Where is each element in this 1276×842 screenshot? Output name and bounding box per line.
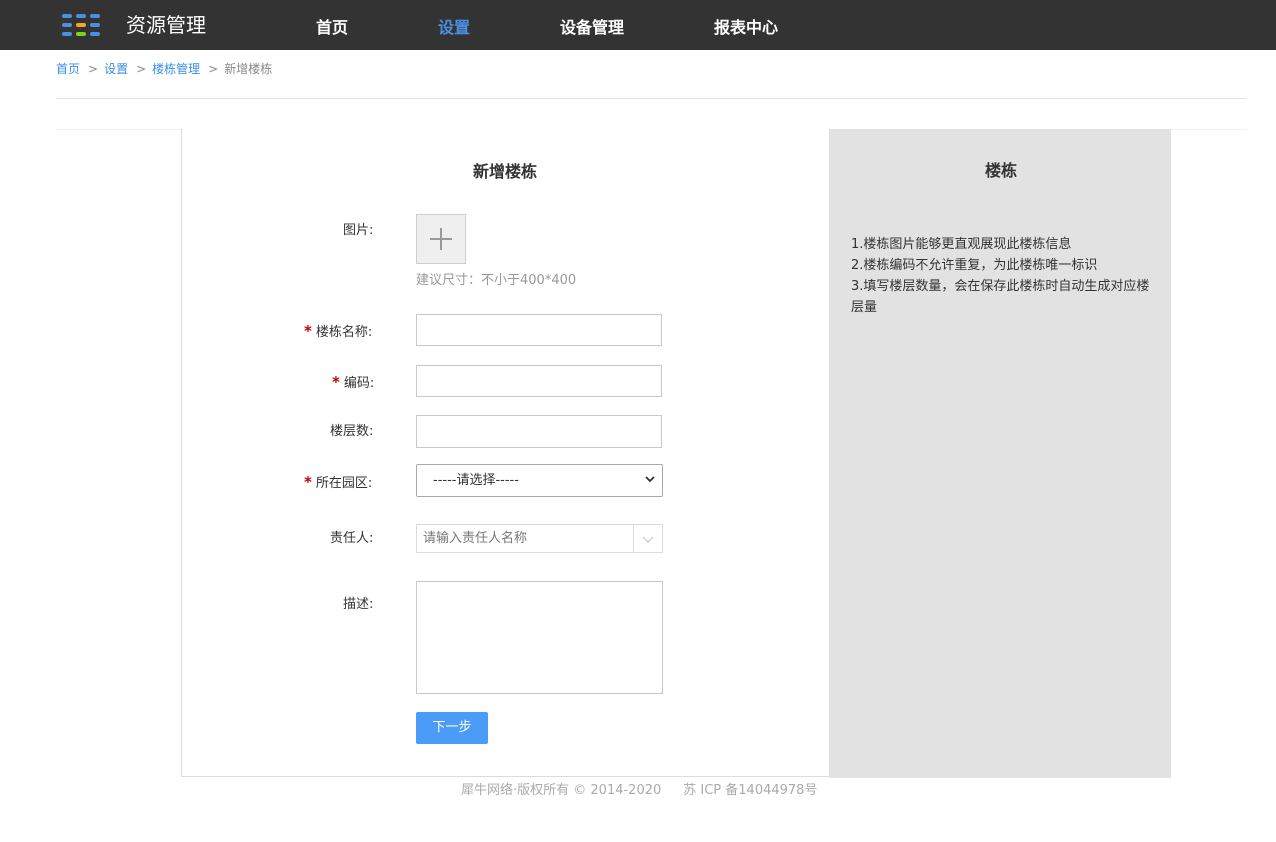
breadcrumb-separator: > — [88, 62, 99, 76]
app-title: 资源管理 — [126, 13, 206, 37]
floors-input[interactable] — [416, 415, 662, 448]
help-notes: 1.楼栋图片能够更直观展现此楼栋信息 2.楼栋编码不允许重复，为此楼栋唯一标识 … — [851, 234, 1151, 318]
park-select[interactable]: -----请选择----- — [416, 464, 663, 497]
floors-label: 楼层数: — [330, 424, 374, 439]
code-label-text: 编码: — [343, 376, 375, 391]
help-panel — [830, 129, 1171, 778]
park-label: * 所在园区: — [304, 473, 372, 493]
code-input[interactable] — [416, 365, 662, 397]
footer: 犀牛网络·版权所有 © 2014-2020 苏 ICP 备14044978号 — [461, 782, 817, 800]
code-label: * 编码: — [332, 373, 374, 393]
next-step-button[interactable]: 下一步 — [416, 712, 488, 744]
breadcrumb-separator: > — [136, 62, 147, 76]
chevron-down-icon — [645, 476, 655, 483]
required-mark: * — [304, 473, 312, 491]
building-name-label: * 楼栋名称: — [304, 322, 372, 342]
building-name-input[interactable] — [416, 314, 662, 346]
apps-grid-icon[interactable] — [62, 14, 102, 36]
breadcrumb-separator: > — [208, 62, 219, 76]
required-mark: * — [332, 373, 340, 391]
help-title: 楼栋 — [985, 161, 1018, 180]
breadcrumb-home[interactable]: 首页 — [56, 62, 80, 76]
breadcrumb-building-management[interactable]: 楼栋管理 — [152, 62, 200, 76]
help-note: 1.楼栋图片能够更直观展现此楼栋信息 — [851, 237, 1072, 252]
park-select-value: -----请选择----- — [433, 473, 519, 488]
combo-divider — [633, 525, 634, 552]
image-upload-button[interactable] — [416, 214, 466, 264]
divider — [56, 98, 1246, 99]
required-mark: * — [304, 322, 312, 340]
copyright-text: 犀牛网络·版权所有 © 2014-2020 — [461, 783, 662, 798]
breadcrumb-current: 新增楼栋 — [224, 62, 273, 76]
top-navbar: 资源管理 首页 设置 设备管理 报表中心 — [0, 0, 1276, 50]
breadcrumb: 首页 > 设置 > 楼栋管理 > 新增楼栋 — [56, 61, 272, 77]
icp-text: 苏 ICP 备14044978号 — [683, 783, 818, 798]
nav-home[interactable]: 首页 — [316, 17, 348, 39]
owner-label: 责任人: — [330, 531, 374, 546]
image-label: 图片: — [343, 223, 374, 238]
chevron-down-icon[interactable] — [642, 533, 654, 545]
form-title: 新增楼栋 — [473, 162, 538, 181]
help-note: 3.填写楼层数量，会在保存此楼栋时自动生成对应楼层量 — [851, 279, 1150, 315]
building-name-label-text: 楼栋名称: — [315, 325, 373, 340]
description-textarea[interactable] — [416, 581, 663, 694]
image-size-hint: 建议尺寸：不小于400*400 — [416, 273, 577, 288]
park-label-text: 所在园区: — [315, 476, 373, 491]
nav-device-management[interactable]: 设备管理 — [560, 17, 624, 39]
owner-combobox[interactable]: 请输入责任人名称 — [416, 524, 663, 553]
description-label: 描述: — [343, 597, 374, 612]
help-note: 2.楼栋编码不允许重复，为此楼栋唯一标识 — [851, 258, 1098, 273]
plus-icon — [440, 228, 442, 250]
owner-placeholder: 请输入责任人名称 — [423, 531, 528, 546]
nav-report-center[interactable]: 报表中心 — [714, 17, 778, 39]
breadcrumb-settings[interactable]: 设置 — [104, 62, 128, 76]
nav-settings[interactable]: 设置 — [438, 17, 470, 39]
